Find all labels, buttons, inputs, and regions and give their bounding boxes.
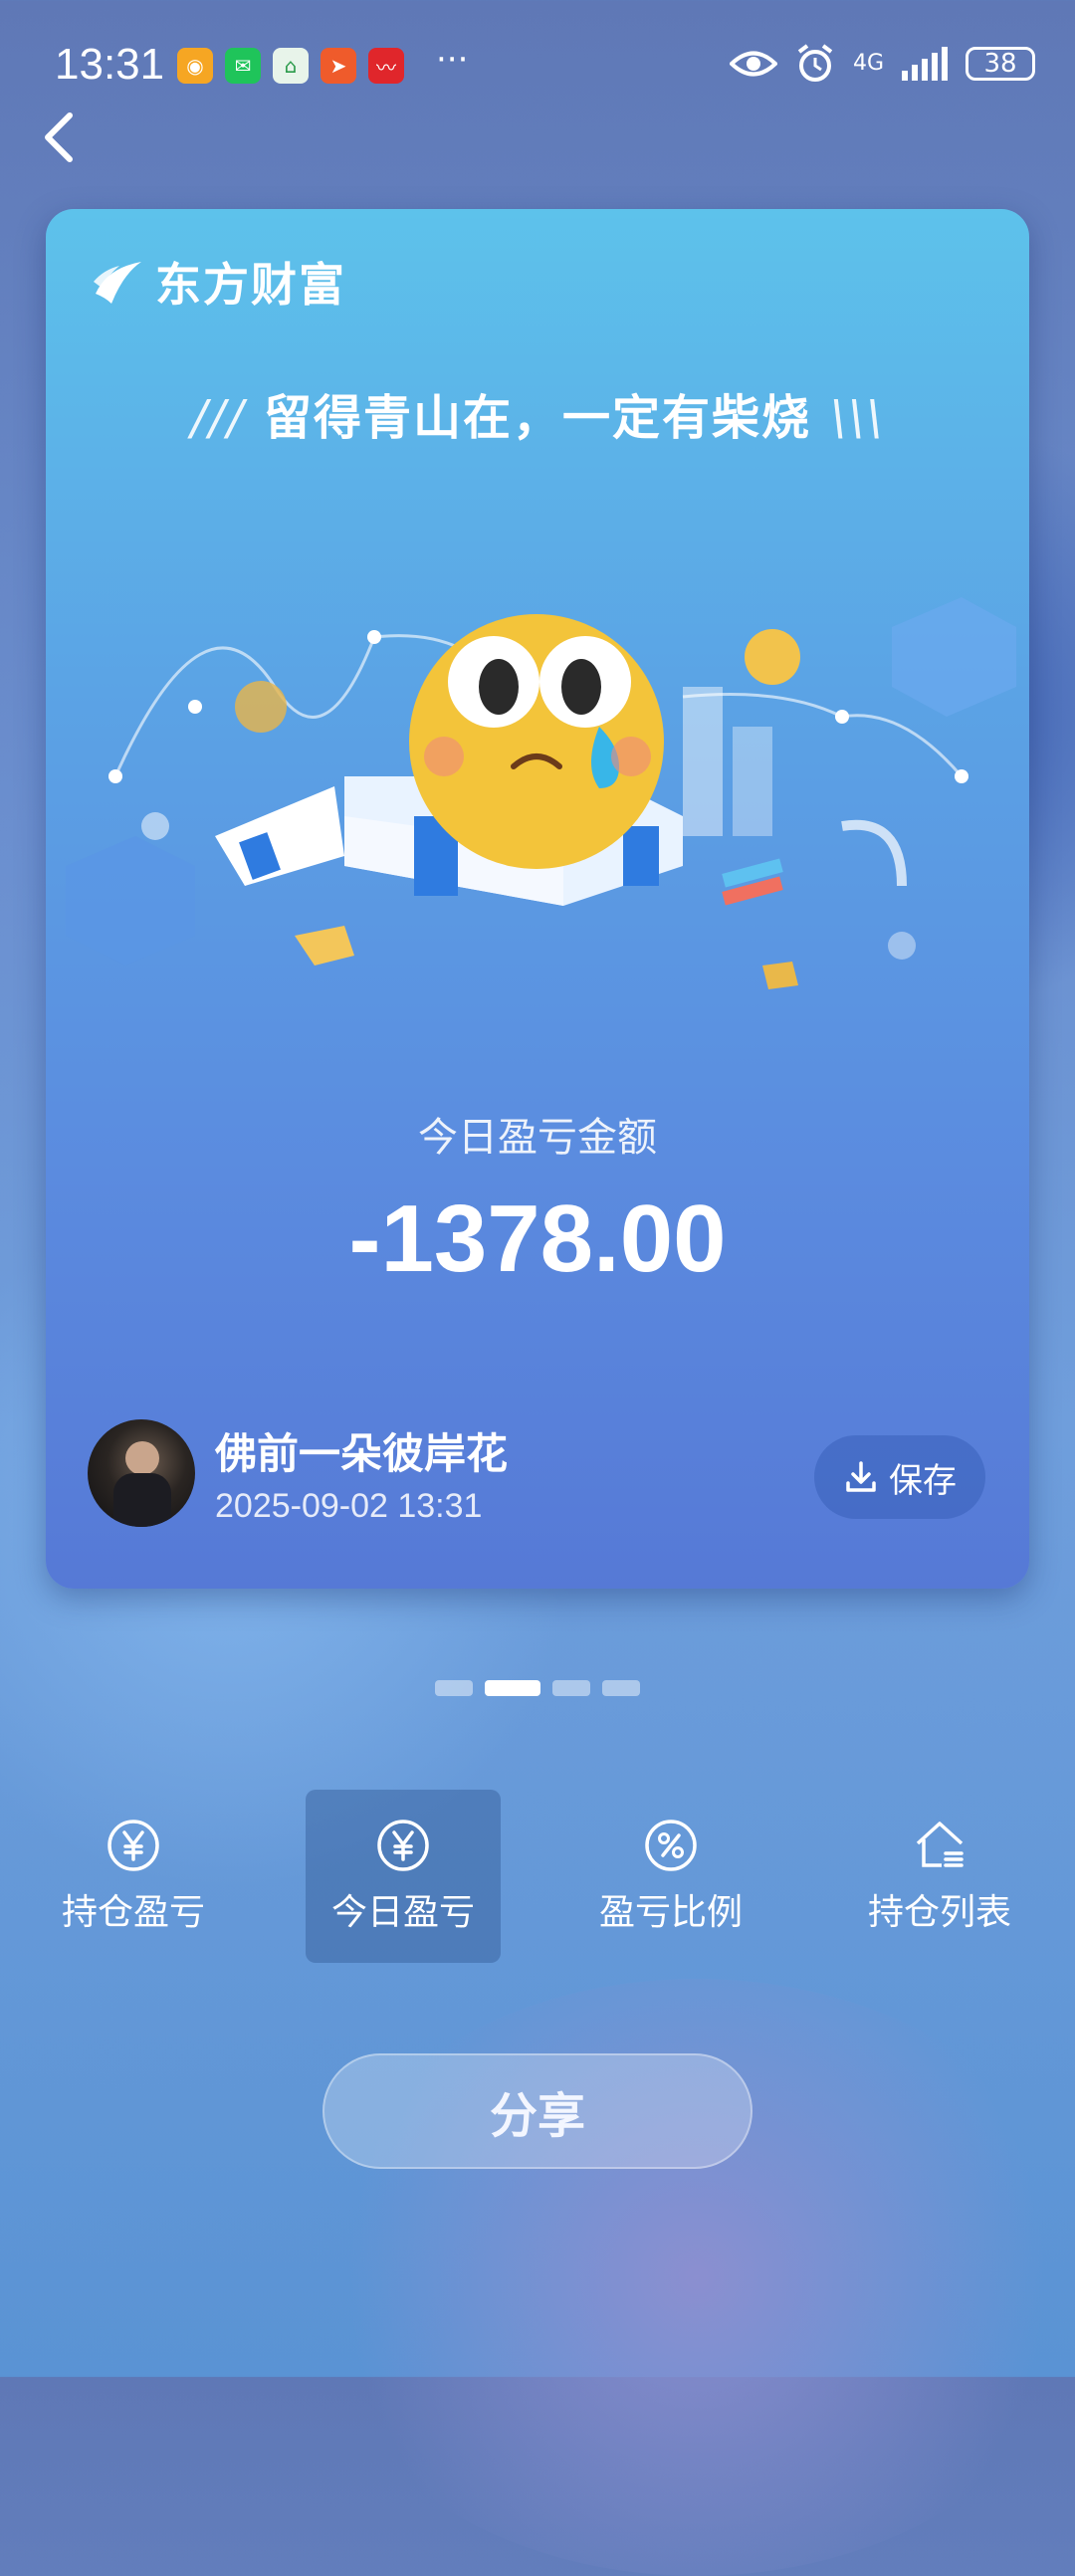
tab-label: 盈亏比例 [598,1892,743,1933]
slogan-left-deco: /// [190,390,246,446]
pnl-share-card: 东方财富 /// 留得青山在，一定有柴烧 \\\ 今日盈亏金额 -1378.00… [46,209,1029,1589]
percent-circle-icon [645,1820,697,1871]
page-dot [552,1680,590,1696]
brand-logo-icon [94,262,141,304]
tab-holding-pnl[interactable]: 持仓盈亏 [36,1790,231,1963]
house-list-icon [916,1822,964,1867]
back-button[interactable] [36,107,86,167]
wechat-icon: ✉ [225,48,261,84]
notification-icons: ◉ ✉ ⌂ ➤ 〰 [177,48,404,84]
page-indicator [0,1680,1075,1696]
message-app-icon: ➤ [321,48,356,84]
save-button[interactable]: 保存 [814,1435,985,1519]
weibo-icon: ◉ [177,48,213,84]
timestamp: 2025-09-02 13:31 [215,1487,483,1525]
share-button[interactable]: 分享 [322,2053,752,2169]
battery-icon: 38 [966,47,1035,81]
card-type-tabs: 持仓盈亏 今日盈亏 盈亏比例 持仓列表 [0,1790,1075,1963]
slogan: /// 留得青山在，一定有柴烧 \\\ [46,378,1029,448]
battery-level: 38 [983,49,1017,79]
status-time: 13:31 [55,40,165,89]
tab-holding-list[interactable]: 持仓列表 [842,1790,1037,1963]
tab-label: 持仓列表 [867,1892,1011,1933]
save-label: 保存 [889,1460,957,1501]
tab-today-pnl[interactable]: 今日盈亏 [306,1790,501,1963]
page-dot [602,1680,640,1696]
page-dot-active [485,1680,540,1696]
crying-emoji-illustration [66,597,1016,989]
avatar [88,1419,195,1527]
home-app-icon: ⌂ [273,48,309,84]
tab-label: 今日盈亏 [330,1892,475,1933]
user-info: 佛前一朵彼岸花 2025-09-02 13:31 [88,1419,508,1527]
tab-pnl-ratio[interactable]: 盈亏比例 [573,1790,768,1963]
alarm-icon [797,44,833,82]
signal-icon [902,47,948,81]
eye-icon [729,51,777,77]
today-pnl-label: 今日盈亏金额 [418,1115,657,1161]
user-name: 佛前一朵彼岸花 [215,1429,509,1478]
slogan-text: 留得青山在，一定有柴烧 [263,390,811,446]
status-bar: 13:31 ◉ ✉ ⌂ ➤ 〰 ··· 4G 38 [0,0,1075,129]
yen-circle-icon [377,1820,429,1871]
tab-label: 持仓盈亏 [61,1892,205,1933]
slogan-right-deco: \\\ [829,390,885,446]
yen-circle-icon [108,1820,159,1871]
download-icon [846,1461,876,1492]
today-pnl-amount: -1378.00 [348,1185,727,1292]
network-type: 4G [852,51,884,76]
brand-name: 东方财富 [155,258,346,312]
stock-app-icon: 〰 [368,48,404,84]
page-dot [435,1680,473,1696]
brand-logo: 东方财富 [90,249,346,315]
more-notifications-icon: ··· [436,40,469,80]
